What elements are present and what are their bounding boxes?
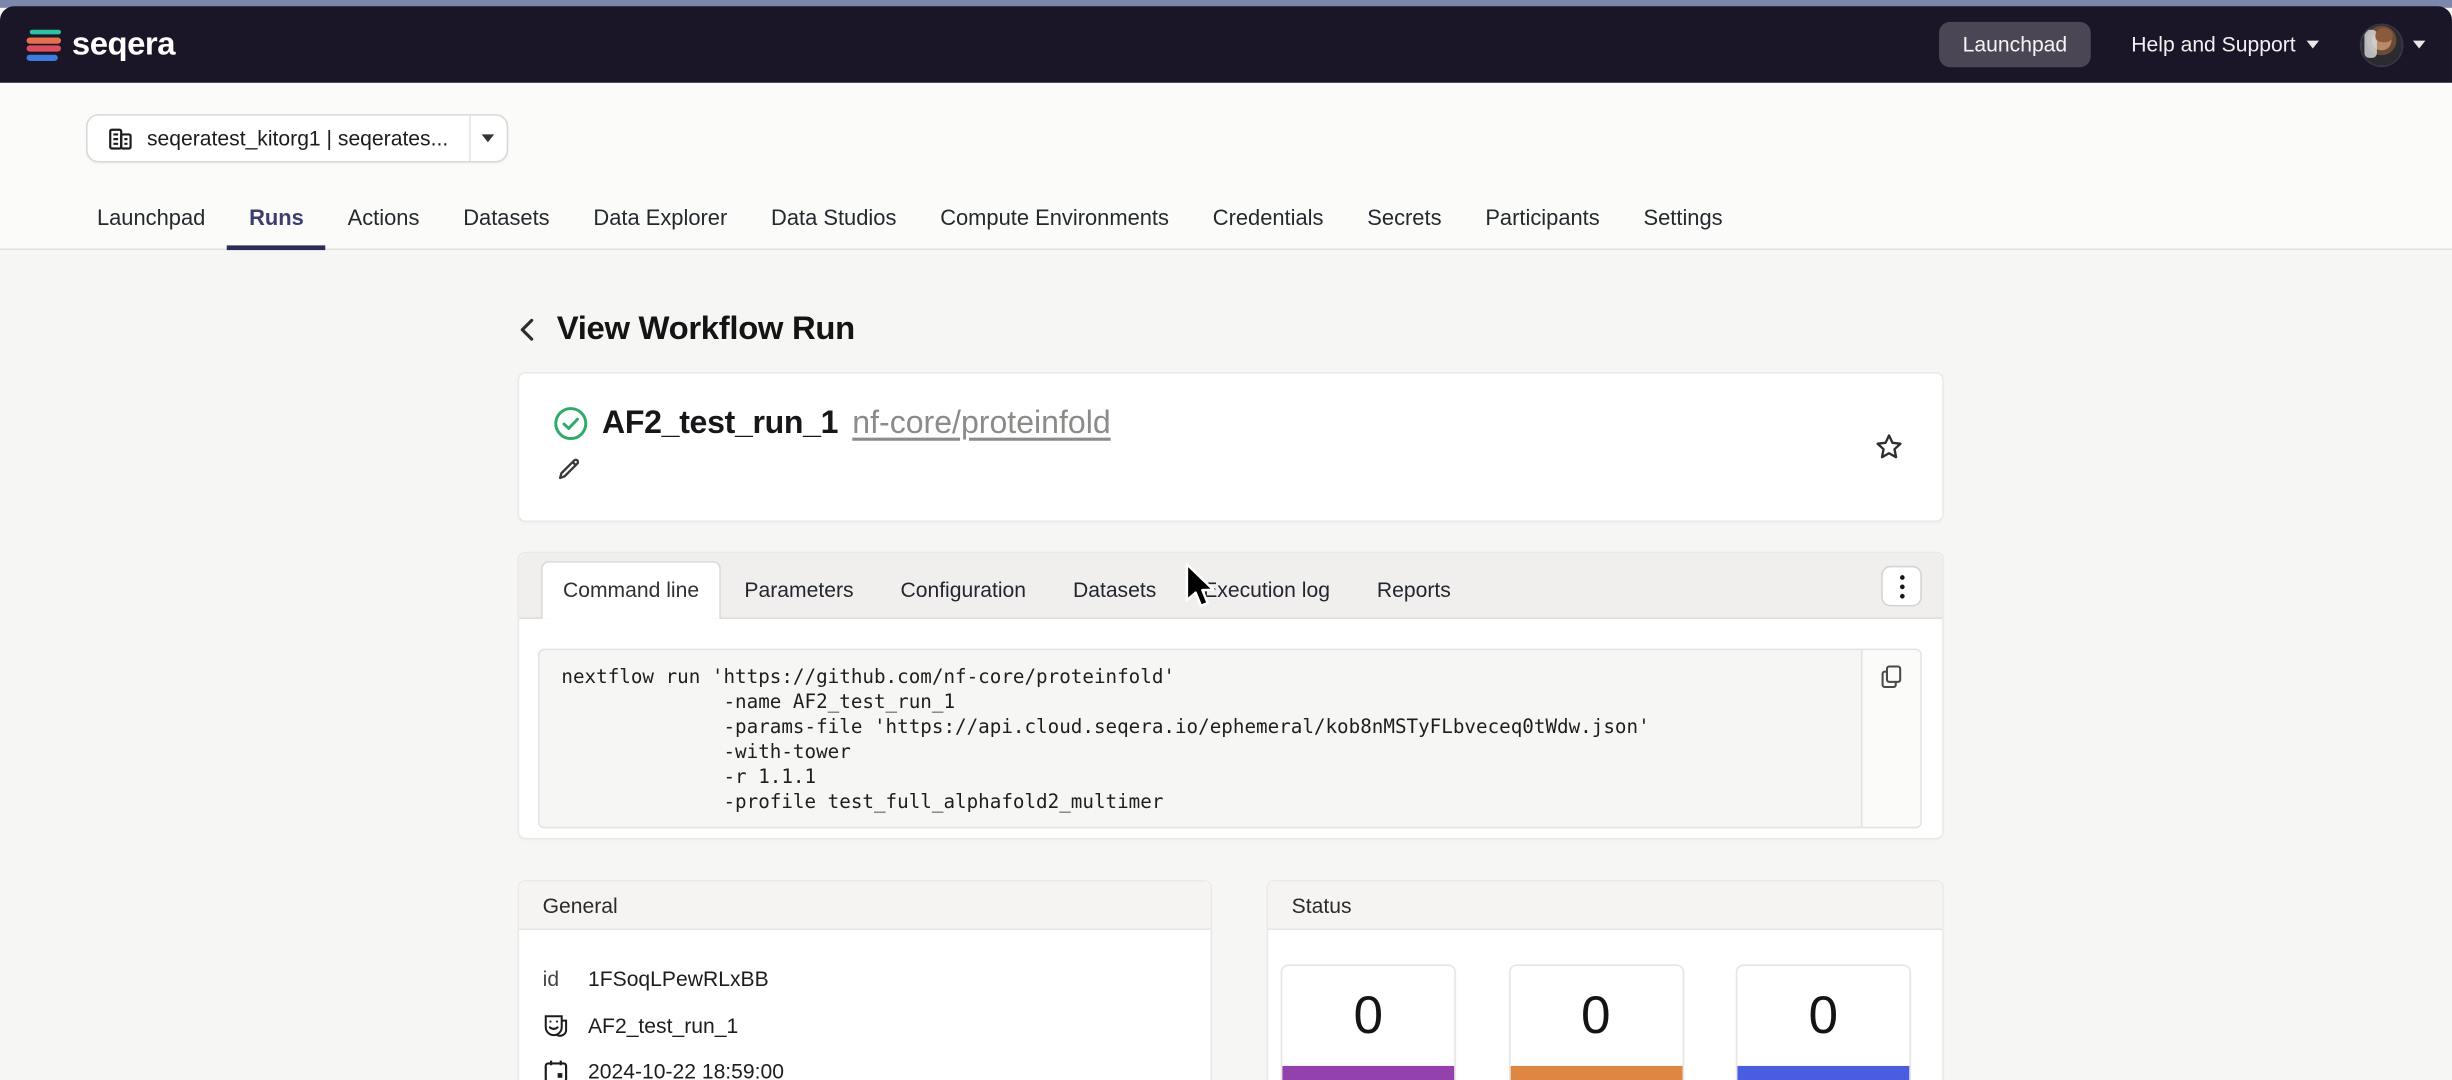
- pipeline-link[interactable]: nf-core/proteinfold: [852, 405, 1110, 443]
- tab-run-datasets[interactable]: Datasets: [1050, 563, 1180, 618]
- tab-settings[interactable]: Settings: [1622, 205, 1745, 250]
- status-tile-running: 0 running: [1736, 964, 1911, 1080]
- tab-secrets[interactable]: Secrets: [1345, 205, 1463, 250]
- workspace-selector-label: seqeratest_kitorg1 | seqerates...: [147, 127, 448, 150]
- tab-command-line[interactable]: Command line: [541, 561, 721, 619]
- run-details-card: Command line Parameters Configuration Da…: [518, 552, 1944, 840]
- launchpad-button[interactable]: Launchpad: [1939, 22, 2090, 67]
- seqera-logo[interactable]: seqera: [27, 26, 175, 64]
- run-id-value: 1FSoqLPewRLxBB: [588, 968, 769, 991]
- running-count: 0: [1737, 966, 1909, 1066]
- status-card-header: Status: [1268, 882, 1942, 930]
- back-button[interactable]: [518, 317, 540, 342]
- calendar-icon: [543, 1059, 570, 1080]
- status-tile-submitted: 0 submitted: [1508, 964, 1683, 1080]
- brand-name: seqera: [72, 26, 175, 64]
- general-row-run-name: AF2_test_run_1: [543, 1003, 1187, 1049]
- general-card-header: General: [519, 882, 1210, 930]
- tab-data-explorer[interactable]: Data Explorer: [572, 205, 750, 250]
- chevron-down-icon: [2307, 41, 2320, 49]
- organization-icon: [108, 126, 133, 151]
- seqera-logo-icon: [27, 27, 61, 61]
- tab-launchpad[interactable]: Launchpad: [75, 205, 227, 250]
- code-gutter: [1861, 650, 1920, 827]
- copy-icon[interactable]: [1880, 664, 1903, 689]
- tab-datasets[interactable]: Datasets: [441, 205, 571, 250]
- general-row-date: 2024-10-22 18:59:00: [543, 1049, 1187, 1080]
- run-options-menu-button[interactable]: [1881, 566, 1922, 607]
- avatar[interactable]: [2360, 23, 2404, 67]
- tab-actions[interactable]: Actions: [326, 205, 442, 250]
- tab-configuration[interactable]: Configuration: [877, 563, 1050, 618]
- run-summary-card: AF2_test_run_1 nf-core/proteinfold: [518, 372, 1944, 522]
- chevron-down-icon: [2413, 41, 2426, 49]
- star-icon[interactable]: [1875, 433, 1903, 461]
- run-date-value: 2024-10-22 18:59:00: [588, 1060, 784, 1080]
- edit-run-icon[interactable]: [557, 456, 582, 481]
- page-title: View Workflow Run: [557, 311, 855, 349]
- workspace-selector[interactable]: seqeratest_kitorg1 | seqerates...: [86, 114, 508, 162]
- tab-parameters[interactable]: Parameters: [721, 563, 877, 618]
- tab-runs[interactable]: Runs: [227, 205, 326, 250]
- general-card: General id 1FSoqLPewRLxBB AF2_test_run_1: [518, 880, 1212, 1080]
- tab-participants[interactable]: Participants: [1463, 205, 1621, 250]
- mouse-cursor: [1181, 563, 1222, 613]
- run-name-masks-icon: [543, 1012, 570, 1039]
- chevron-down-icon: [482, 134, 495, 142]
- tab-compute-environments[interactable]: Compute Environments: [918, 205, 1191, 250]
- general-row-id: id 1FSoqLPewRLxBB: [543, 957, 1187, 1003]
- seqera-app: seqera Launchpad Help and Support: [0, 0, 2452, 1080]
- pending-label-bar: pending: [1282, 1066, 1454, 1080]
- status-card: Status 0 pending 0 submitted 0 running: [1267, 880, 1944, 1080]
- workspace-tabs: Launchpad Runs Actions Datasets Data Exp…: [75, 194, 1744, 250]
- user-menu[interactable]: [2360, 23, 2426, 67]
- workspace-header: seqeratest_kitorg1 | seqerates... Launch…: [0, 83, 2452, 250]
- id-label: id: [543, 968, 588, 991]
- status-success-icon: [554, 406, 588, 440]
- submitted-count: 0: [1510, 966, 1682, 1066]
- workspace-selector-caret[interactable]: [469, 116, 507, 161]
- tab-credentials[interactable]: Credentials: [1191, 205, 1346, 250]
- tab-data-studios[interactable]: Data Studios: [749, 205, 918, 250]
- screen: seqera Launchpad Help and Support: [0, 0, 2452, 1080]
- help-and-support-label: Help and Support: [2131, 33, 2295, 56]
- submitted-label-bar: submitted: [1510, 1066, 1682, 1080]
- pending-count: 0: [1282, 966, 1454, 1066]
- run-tabs-bar: Command line Parameters Configuration Da…: [519, 553, 1942, 619]
- top-navbar: seqera Launchpad Help and Support: [0, 6, 2452, 83]
- run-name-value: AF2_test_run_1: [588, 1014, 738, 1037]
- help-and-support-menu[interactable]: Help and Support: [2131, 33, 2319, 56]
- command-line-panel: nextflow run 'https://github.com/nf-core…: [538, 649, 1922, 829]
- command-line-text: nextflow run 'https://github.com/nf-core…: [540, 650, 1861, 827]
- tab-reports[interactable]: Reports: [1353, 563, 1474, 618]
- running-label-bar: running: [1737, 1066, 1909, 1080]
- status-tile-pending: 0 pending: [1281, 964, 1456, 1080]
- run-name: AF2_test_run_1: [602, 405, 838, 443]
